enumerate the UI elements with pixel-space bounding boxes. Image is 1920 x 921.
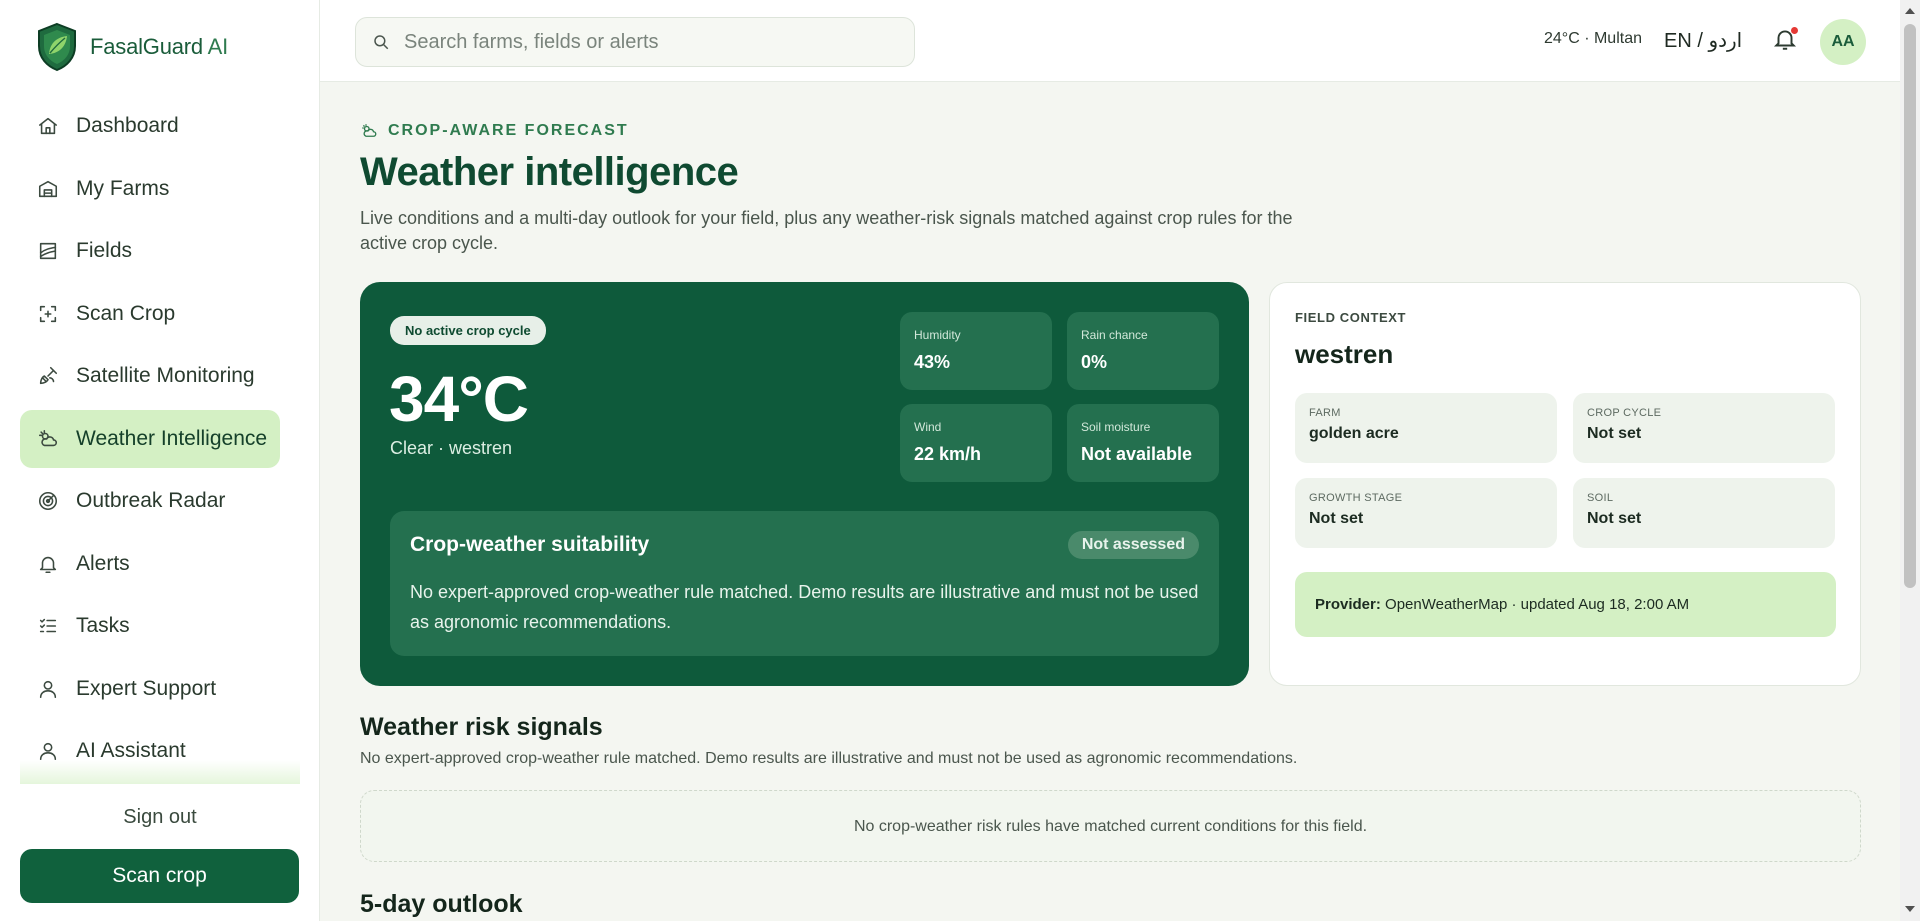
- field-icon: [36, 239, 60, 263]
- user-avatar[interactable]: AA: [1820, 19, 1866, 65]
- radar-icon: [36, 489, 60, 513]
- sidebar-item-my-farms[interactable]: My Farms: [20, 160, 300, 218]
- scan-icon: [36, 302, 60, 326]
- language-toggle[interactable]: EN / اردو: [1664, 28, 1742, 53]
- brand[interactable]: FasalGuard AI: [36, 22, 228, 72]
- risk-empty-state: No crop-weather risk rules have matched …: [360, 790, 1861, 862]
- sidebar-item-label: Scan Crop: [76, 301, 176, 325]
- sidebar-item-dashboard[interactable]: Dashboard: [20, 97, 300, 155]
- sidebar-item-label: Satellite Monitoring: [76, 364, 255, 387]
- risk-section-title: Weather risk signals: [360, 713, 603, 741]
- scroll-up-arrow-icon[interactable]: [1905, 8, 1915, 14]
- home-icon: [36, 114, 60, 138]
- sidebar-item-label: Outbreak Radar: [76, 489, 226, 512]
- tasks-icon: [36, 614, 60, 638]
- eyebrow-text: CROP-AWARE FORECAST: [388, 122, 629, 139]
- bell-icon: [36, 552, 60, 576]
- sign-out-button[interactable]: Sign out: [20, 795, 300, 839]
- metric-label: Humidity: [914, 328, 961, 342]
- weather-icon: [36, 427, 60, 451]
- sidebar-item-label: Weather Intelligence: [76, 426, 268, 450]
- context-label: Farm: [1309, 407, 1341, 419]
- barn-icon: [36, 177, 60, 201]
- field-name: westren: [1295, 339, 1394, 369]
- metric-value: 0%: [1081, 352, 1108, 372]
- notification-dot: [1790, 26, 1799, 35]
- page-title: Weather intelligence: [360, 150, 739, 194]
- metric-value: 22 km/h: [914, 444, 982, 464]
- context-farm: Farm golden acre: [1295, 393, 1557, 463]
- provider-label: Provider:: [1315, 596, 1381, 613]
- metric-wind: Wind 22 km/h: [900, 404, 1052, 482]
- field-context-eyebrow: FIELD CONTEXT: [1295, 310, 1407, 325]
- sidebar-item-expert-support[interactable]: Expert Support: [20, 660, 300, 718]
- context-value: Not set: [1587, 425, 1642, 442]
- current-weather-location: 24°C · Multan: [1544, 30, 1642, 47]
- shield-leaf-logo-icon: [38, 22, 76, 72]
- current-temperature: 34°C: [389, 363, 529, 435]
- metric-label: Soil moisture: [1081, 420, 1151, 434]
- provider-text: OpenWeatherMap · updated Aug 18, 2:00 AM: [1380, 596, 1690, 613]
- weather-icon: [362, 124, 377, 137]
- suitability-status-badge: Not assessed: [1067, 531, 1199, 559]
- top-bar: 24°C · Multan EN / اردو AA: [320, 0, 1900, 82]
- nav-scroll-fade: [20, 760, 300, 784]
- sidebar-item-label: Expert Support: [76, 676, 217, 700]
- metric-value: Not available: [1081, 444, 1193, 464]
- scroll-down-arrow-icon[interactable]: [1905, 906, 1915, 912]
- context-label: Growth stage: [1309, 492, 1403, 504]
- risk-section-description: No expert-approved crop-weather rule mat…: [360, 750, 1298, 767]
- sidebar-item-tasks[interactable]: Tasks: [20, 597, 300, 655]
- sidebar-item-outbreak-radar[interactable]: Outbreak Radar: [20, 472, 300, 530]
- sidebar-item-fields[interactable]: Fields: [20, 222, 300, 280]
- context-label: Soil: [1587, 492, 1614, 504]
- scrollbar-thumb[interactable]: [1904, 24, 1916, 588]
- sidebar-item-label: Fields: [76, 239, 133, 262]
- sidebar-nav: Dashboard My Farms Fields Scan Crop Sate…: [20, 97, 300, 785]
- provider-info: Provider: OpenWeatherMap · updated Aug 1…: [1295, 572, 1836, 637]
- crop-weather-suitability-panel: Crop-weather suitability Not assessed No…: [390, 511, 1219, 656]
- current-conditions-card: No active crop cycle 34°C Clear · westre…: [360, 282, 1249, 686]
- satellite-icon: [36, 364, 60, 388]
- context-value: Not set: [1587, 510, 1642, 527]
- metric-value: 43%: [914, 352, 951, 372]
- context-growth-stage: Growth stage Not set: [1295, 478, 1557, 548]
- metric-rain-chance: Rain chance 0%: [1067, 312, 1219, 390]
- metric-soil-moisture: Soil moisture Not available: [1067, 404, 1219, 482]
- field-context-card: FIELD CONTEXT westren Farm golden acre C…: [1269, 282, 1861, 686]
- brand-name: FasalGuard AI: [90, 34, 229, 59]
- sidebar-item-alerts[interactable]: Alerts: [20, 535, 300, 593]
- metric-label: Wind: [914, 420, 942, 434]
- current-condition: Clear · westren: [390, 438, 513, 458]
- scan-crop-button[interactable]: Scan crop: [20, 849, 299, 903]
- page-description: Live conditions and a multi-day outlook …: [360, 208, 1293, 253]
- sidebar-item-satellite-monitoring[interactable]: Satellite Monitoring: [20, 347, 300, 405]
- sidebar-item-label: Dashboard: [76, 114, 179, 137]
- search-input[interactable]: [404, 30, 884, 54]
- suitability-title: Crop-weather suitability: [410, 533, 650, 556]
- sidebar: FasalGuard AI Dashboard My Farms Fields …: [0, 0, 320, 921]
- context-value: golden acre: [1309, 425, 1399, 442]
- metric-label: Rain chance: [1081, 328, 1148, 342]
- context-value: Not set: [1309, 510, 1364, 527]
- notifications-button[interactable]: [1772, 26, 1800, 54]
- crop-cycle-badge: No active crop cycle: [390, 316, 546, 345]
- search-box[interactable]: [355, 17, 915, 67]
- sidebar-item-label: Tasks: [76, 614, 130, 637]
- user-icon: [36, 677, 60, 701]
- page-scrollbar[interactable]: [1900, 0, 1920, 921]
- sidebar-item-weather-intelligence[interactable]: Weather Intelligence: [20, 409, 280, 468]
- page-eyebrow: CROP-AWARE FORECAST: [360, 122, 629, 140]
- outlook-section-title: 5-day outlook: [360, 890, 523, 918]
- search-icon: [374, 35, 389, 50]
- metric-humidity: Humidity 43%: [900, 312, 1052, 390]
- context-label: Crop cycle: [1587, 407, 1662, 419]
- main-content: CROP-AWARE FORECAST Weather intelligence…: [320, 82, 1900, 921]
- suitability-text: No expert-approved crop-weather rule mat…: [410, 582, 1199, 632]
- context-soil: Soil Not set: [1573, 478, 1835, 548]
- context-crop-cycle: Crop cycle Not set: [1573, 393, 1835, 463]
- sidebar-item-label: My Farms: [76, 176, 170, 200]
- sidebar-item-label: Alerts: [76, 551, 130, 575]
- sidebar-item-scan-crop[interactable]: Scan Crop: [20, 285, 300, 343]
